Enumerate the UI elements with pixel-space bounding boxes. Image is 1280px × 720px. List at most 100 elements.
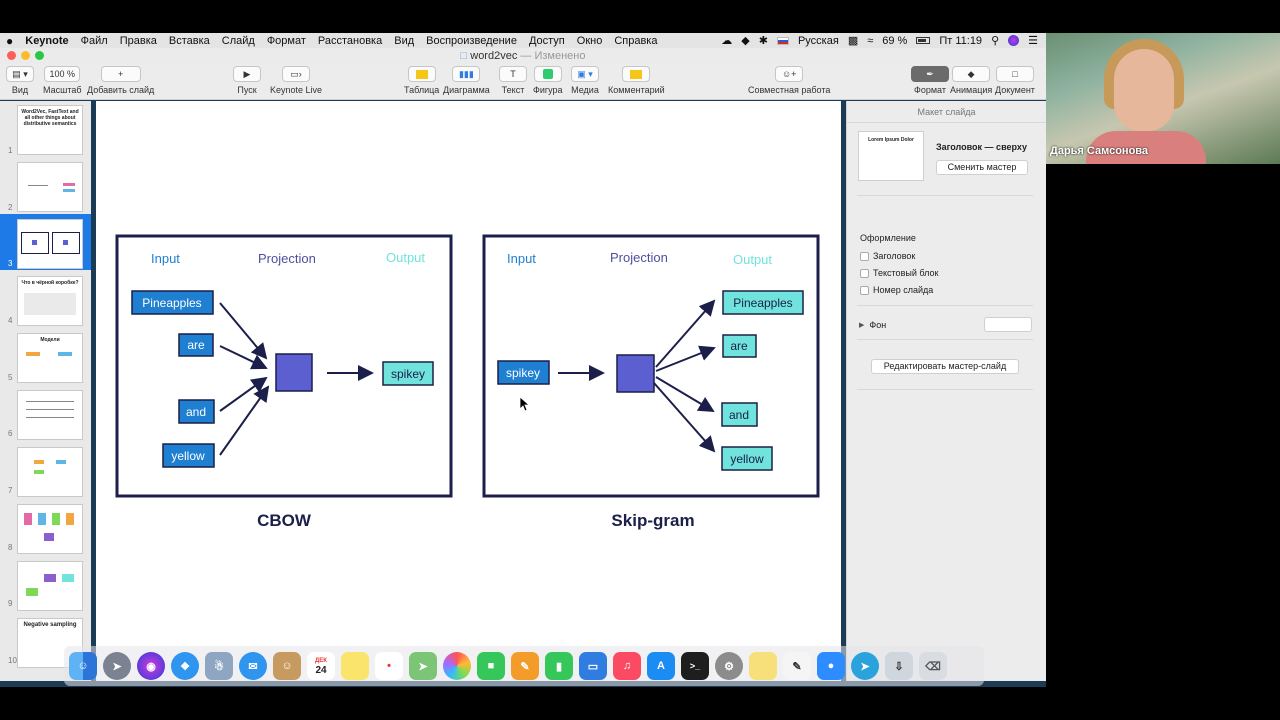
edit-master-button[interactable]: Редактировать мастер-слайд [871,359,1019,374]
collaborate-label: Совместная работа [748,85,831,95]
cbow-output-label: Output [386,250,425,265]
input-source-label[interactable]: Русская [798,35,839,47]
music-icon[interactable]: ♫ [613,652,641,680]
slide-thumbnail-5[interactable]: Модели [17,333,83,383]
macos-desktop: ● Keynote Файл Правка Вставка Слайд Форм… [0,33,1046,687]
slide-thumbnail-4[interactable]: Что в чёрной коробке? [17,276,83,326]
zoom-window-icon[interactable] [35,51,44,60]
textedit-icon[interactable]: ✎ [783,652,811,680]
siri-menu-icon[interactable] [1008,35,1020,46]
stickies-icon[interactable] [749,652,777,680]
slide-thumbnail-9[interactable] [17,561,83,611]
facetime-icon[interactable]: ■ [477,652,505,680]
menu-play[interactable]: Воспроизведение [420,35,523,47]
finder-icon[interactable]: ☺ [69,652,97,680]
menu-app-name[interactable]: Keynote [19,35,74,47]
slide-thumbnail-7[interactable] [17,447,83,497]
media-button[interactable]: ▣ ▾ Медиа [571,66,599,95]
view-button[interactable]: ▤ ▾ Вид [6,66,34,95]
battery-percent[interactable]: 69 % [882,35,907,47]
cbow-word-are: are [187,338,205,352]
close-window-icon[interactable] [7,51,16,60]
zoom-button[interactable]: 100 % Масштаб [43,66,82,95]
slide-thumbnail-1[interactable]: Word2Vec, FastText and all other things … [17,105,83,155]
body-checkbox[interactable] [860,268,869,278]
table-button[interactable]: Таблица [404,66,439,95]
notification-center-icon[interactable]: ☰ [1028,34,1038,47]
slide-thumbnail-8[interactable] [17,504,83,554]
dropbox-icon[interactable]: ◆ [741,34,749,47]
background-color-well[interactable] [984,317,1032,332]
title-checkbox[interactable] [860,251,869,261]
format-tab[interactable]: ✒ Формат [911,66,949,95]
menu-file[interactable]: Файл [75,35,114,47]
title-option[interactable]: Заголовок [860,251,915,261]
apple-menu-icon[interactable]: ● [0,34,19,48]
animate-tab[interactable]: ◆ Анимация [950,66,992,95]
master-thumbnail[interactable]: Lorem Ipsum Dolor [858,131,924,181]
slide-thumbnail-3[interactable] [17,219,83,269]
menu-arrange[interactable]: Расстановка [312,35,388,47]
downloads-icon[interactable]: ⇩ [885,652,913,680]
animate-label: Анимация [950,85,993,95]
numbers-icon[interactable]: ▮ [545,652,573,680]
collaborate-button[interactable]: ☺+ Совместная работа [748,66,830,95]
keynote-icon[interactable]: ▭ [579,652,607,680]
slide-canvas[interactable]: Input Projection Output Pineapples are a… [96,101,841,681]
body-option[interactable]: Текстовый блок [860,268,938,278]
comment-button[interactable]: Комментарий [608,66,665,95]
menu-share[interactable]: Доступ [523,35,571,47]
chart-button[interactable]: ▮▮▮ Диаграмма [443,66,490,95]
slide-number-option[interactable]: Номер слайда [860,285,933,295]
display-icon[interactable]: ▩ [848,34,858,47]
video-participant-tile[interactable]: Дарья Самсонова [1046,33,1280,164]
background-disclosure[interactable]: ▶ Фон [859,320,886,330]
spotlight-icon[interactable]: ⚲ [991,34,999,47]
menu-format[interactable]: Формат [261,35,312,47]
keynote-live-button[interactable]: ▭› Keynote Live [270,66,322,95]
menu-window[interactable]: Окно [571,35,609,47]
safari-icon[interactable]: ❖ [171,652,199,680]
change-master-button[interactable]: Сменить мастер [936,160,1028,175]
maps-icon[interactable]: ➤ [409,652,437,680]
slide-thumbnail-6[interactable] [17,390,83,440]
flag-icon[interactable] [776,36,789,45]
battery-icon[interactable] [916,37,931,44]
notes-icon[interactable] [341,652,369,680]
slide-thumbnail-2[interactable] [17,162,83,212]
pages-icon[interactable]: ✎ [511,652,539,680]
inspector-header: Макет слайда [847,101,1046,123]
wifi-icon[interactable]: ≈ [867,35,873,47]
appstore-icon[interactable]: A [647,652,675,680]
preview-icon[interactable]: ☃ [205,652,233,680]
reminders-icon[interactable]: • [375,652,403,680]
slide-number-option-label: Номер слайда [873,285,934,295]
slide-number-checkbox[interactable] [860,285,869,295]
trash-icon[interactable]: ⌫ [919,652,947,680]
launchpad-icon[interactable]: ➤ [103,652,131,680]
calendar-icon[interactable]: ДЕК 24 [307,652,335,680]
menu-help[interactable]: Справка [608,35,663,47]
minimize-window-icon[interactable] [21,51,30,60]
messages-icon[interactable]: ✉ [239,652,267,680]
document-status: — Изменено [520,50,586,62]
menu-edit[interactable]: Правка [114,35,163,47]
document-tab[interactable]: □ Документ [995,66,1035,95]
terminal-icon[interactable]: >_ [681,652,709,680]
siri-icon[interactable]: ◉ [137,652,165,680]
menu-insert[interactable]: Вставка [163,35,216,47]
text-button[interactable]: T Текст [499,66,527,95]
play-button[interactable]: ▶ Пуск [233,66,261,95]
clock[interactable]: Пт 11:19 [939,35,982,47]
zoom-icon[interactable]: ● [817,652,845,680]
shape-button[interactable]: Фигура [533,66,563,95]
add-slide-button[interactable]: + Добавить слайд [87,66,154,95]
contacts-icon[interactable]: ☺ [273,652,301,680]
bluetooth-icon[interactable]: ✱ [759,34,768,47]
photos-icon[interactable] [443,652,471,680]
creative-cloud-icon[interactable]: ☁ [721,34,732,47]
settings-icon[interactable]: ⚙ [715,652,743,680]
menu-slide[interactable]: Слайд [216,35,261,47]
telegram-icon[interactable]: ➤ [851,652,879,680]
menu-view[interactable]: Вид [388,35,420,47]
